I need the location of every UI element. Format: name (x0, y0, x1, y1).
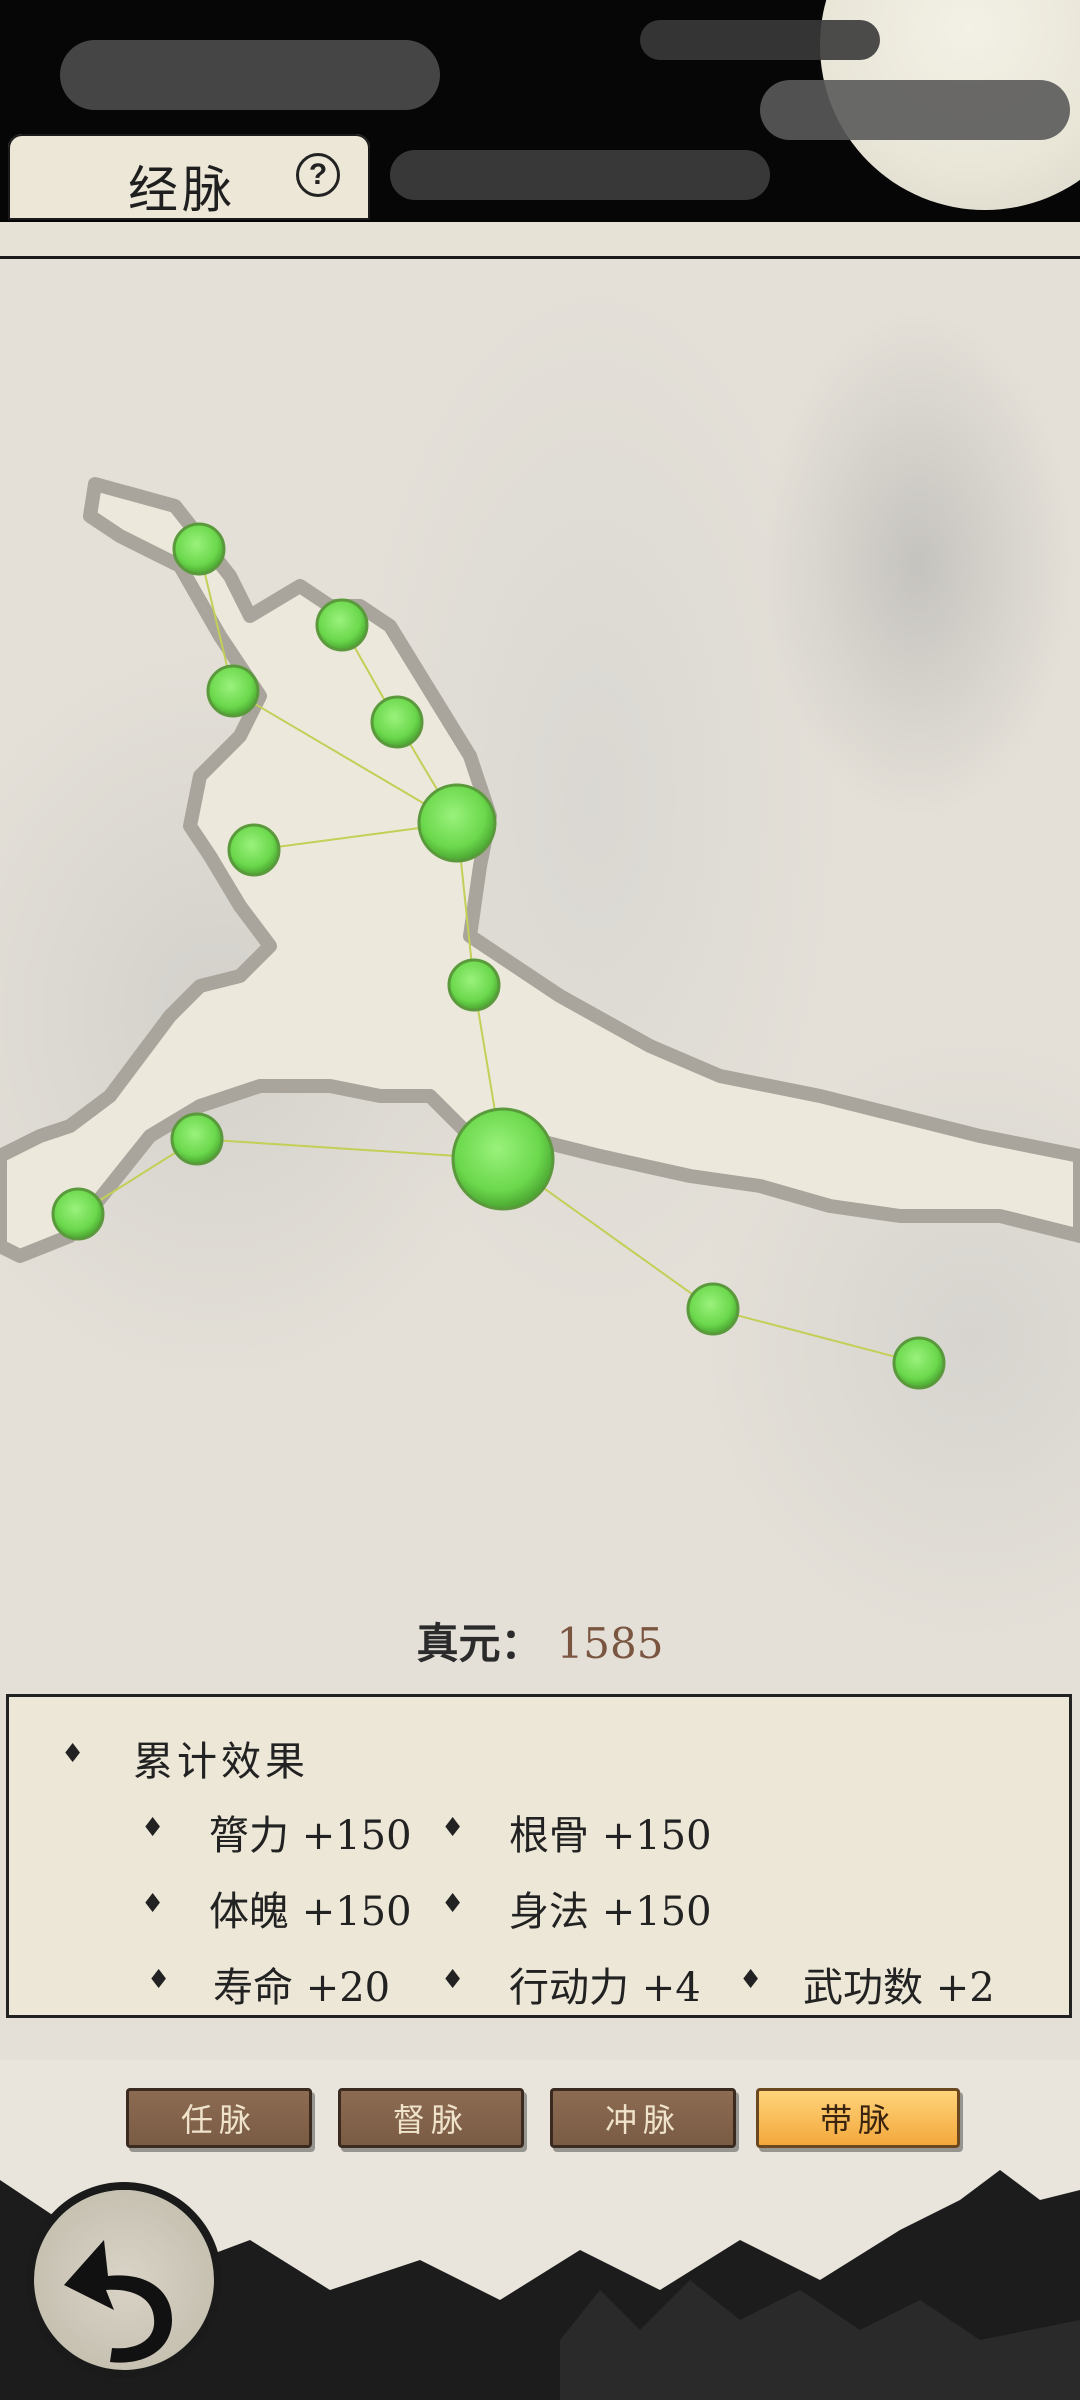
back-button[interactable] (34, 2190, 214, 2370)
effect-item-agility: 身法 +150 (509, 1879, 712, 1937)
effect-item-skill-count: 武功数 +2 (803, 1955, 995, 2013)
meridian-node-left-foot[interactable] (51, 1187, 105, 1241)
effect-value: +150 (301, 1889, 412, 1935)
effect-name: 膂力 (209, 1813, 289, 1859)
zhenyuan-value: 1585 (556, 1619, 664, 1668)
zhenyuan-row: 真元： 1585 (0, 1610, 1080, 1671)
effect-name: 身法 (509, 1889, 589, 1935)
effect-value: +20 (305, 1965, 391, 2011)
diamond-icon: ♦ (441, 1813, 465, 1843)
meridian-node-elbow[interactable] (206, 664, 260, 718)
effect-item-action-points: 行动力 +4 (509, 1955, 701, 2013)
effect-value: +150 (601, 1889, 712, 1935)
effect-item-physique: 体魄 +150 (209, 1879, 412, 1937)
diamond-icon: ♦ (141, 1813, 165, 1843)
meridian-nodes-layer (51, 522, 946, 1390)
meridian-node-right-knee[interactable] (686, 1282, 740, 1336)
effect-value: +150 (601, 1813, 712, 1859)
effect-value: +4 (641, 1965, 701, 2011)
tab-renmai[interactable]: 任脉 (126, 2088, 312, 2148)
effects-panel: ♦ 累计效果 ♦ 膂力 +150 ♦ 根骨 +150 ♦ 体魄 +150 ♦ 身… (6, 1694, 1072, 2018)
effect-name: 寿命 (213, 1965, 293, 2011)
tab-chongmai[interactable]: 冲脉 (550, 2088, 736, 2148)
tab-daimai[interactable]: 带脉 (756, 2088, 960, 2148)
effects-title: 累计效果 (133, 1739, 309, 1785)
meridian-node-dantian[interactable] (451, 1107, 555, 1211)
meridian-node-left-knee[interactable] (170, 1112, 224, 1166)
help-icon[interactable]: ? (296, 153, 340, 197)
effect-name: 武功数 (803, 1965, 923, 2011)
effect-name: 体魄 (209, 1889, 289, 1935)
diamond-icon: ♦ (441, 1965, 465, 1995)
game-screen: 经脉 ? 真元： 1585 ♦ 累计效果 ♦ 膂力 +150 ♦ 根骨 +150… (0, 0, 1080, 2400)
cloud (760, 80, 1070, 140)
meridian-node-left-hand[interactable] (227, 823, 281, 877)
back-arrow-icon (64, 2240, 172, 2363)
cloud (60, 40, 440, 110)
meridian-node-waist[interactable] (447, 958, 501, 1012)
diamond-icon: ♦ (441, 1889, 465, 1919)
effect-name: 根骨 (509, 1813, 589, 1859)
meridian-node-shoulder[interactable] (417, 783, 497, 863)
page-title: 经脉 (128, 161, 236, 219)
meridian-node-head[interactable] (315, 598, 369, 652)
effect-value: +150 (301, 1813, 412, 1859)
diamond-icon: ♦ (147, 1965, 171, 1995)
effect-name: 行动力 (509, 1965, 629, 2011)
effect-item-constitution: 根骨 +150 (509, 1803, 712, 1861)
effect-item-lifespan: 寿命 +20 (213, 1955, 390, 2013)
diamond-icon: ♦ (141, 1889, 165, 1919)
tab-dumai[interactable]: 督脉 (338, 2088, 524, 2148)
diamond-icon: ♦ (61, 1739, 85, 1769)
effect-item-strength: 膂力 +150 (209, 1803, 412, 1861)
meridian-node-right-foot[interactable] (892, 1336, 946, 1390)
effect-value: +2 (935, 1965, 995, 2011)
meridian-node-hand[interactable] (172, 522, 226, 576)
meridian-tabs: 任脉 督脉 冲脉 带脉 (0, 2088, 1080, 2158)
cloud (390, 150, 770, 200)
diamond-icon: ♦ (739, 1965, 763, 1995)
zhenyuan-label: 真元： (416, 1619, 543, 1668)
meridian-node-neck[interactable] (370, 695, 424, 749)
cloud (640, 20, 880, 60)
meridian-nodes (0, 256, 1080, 1506)
